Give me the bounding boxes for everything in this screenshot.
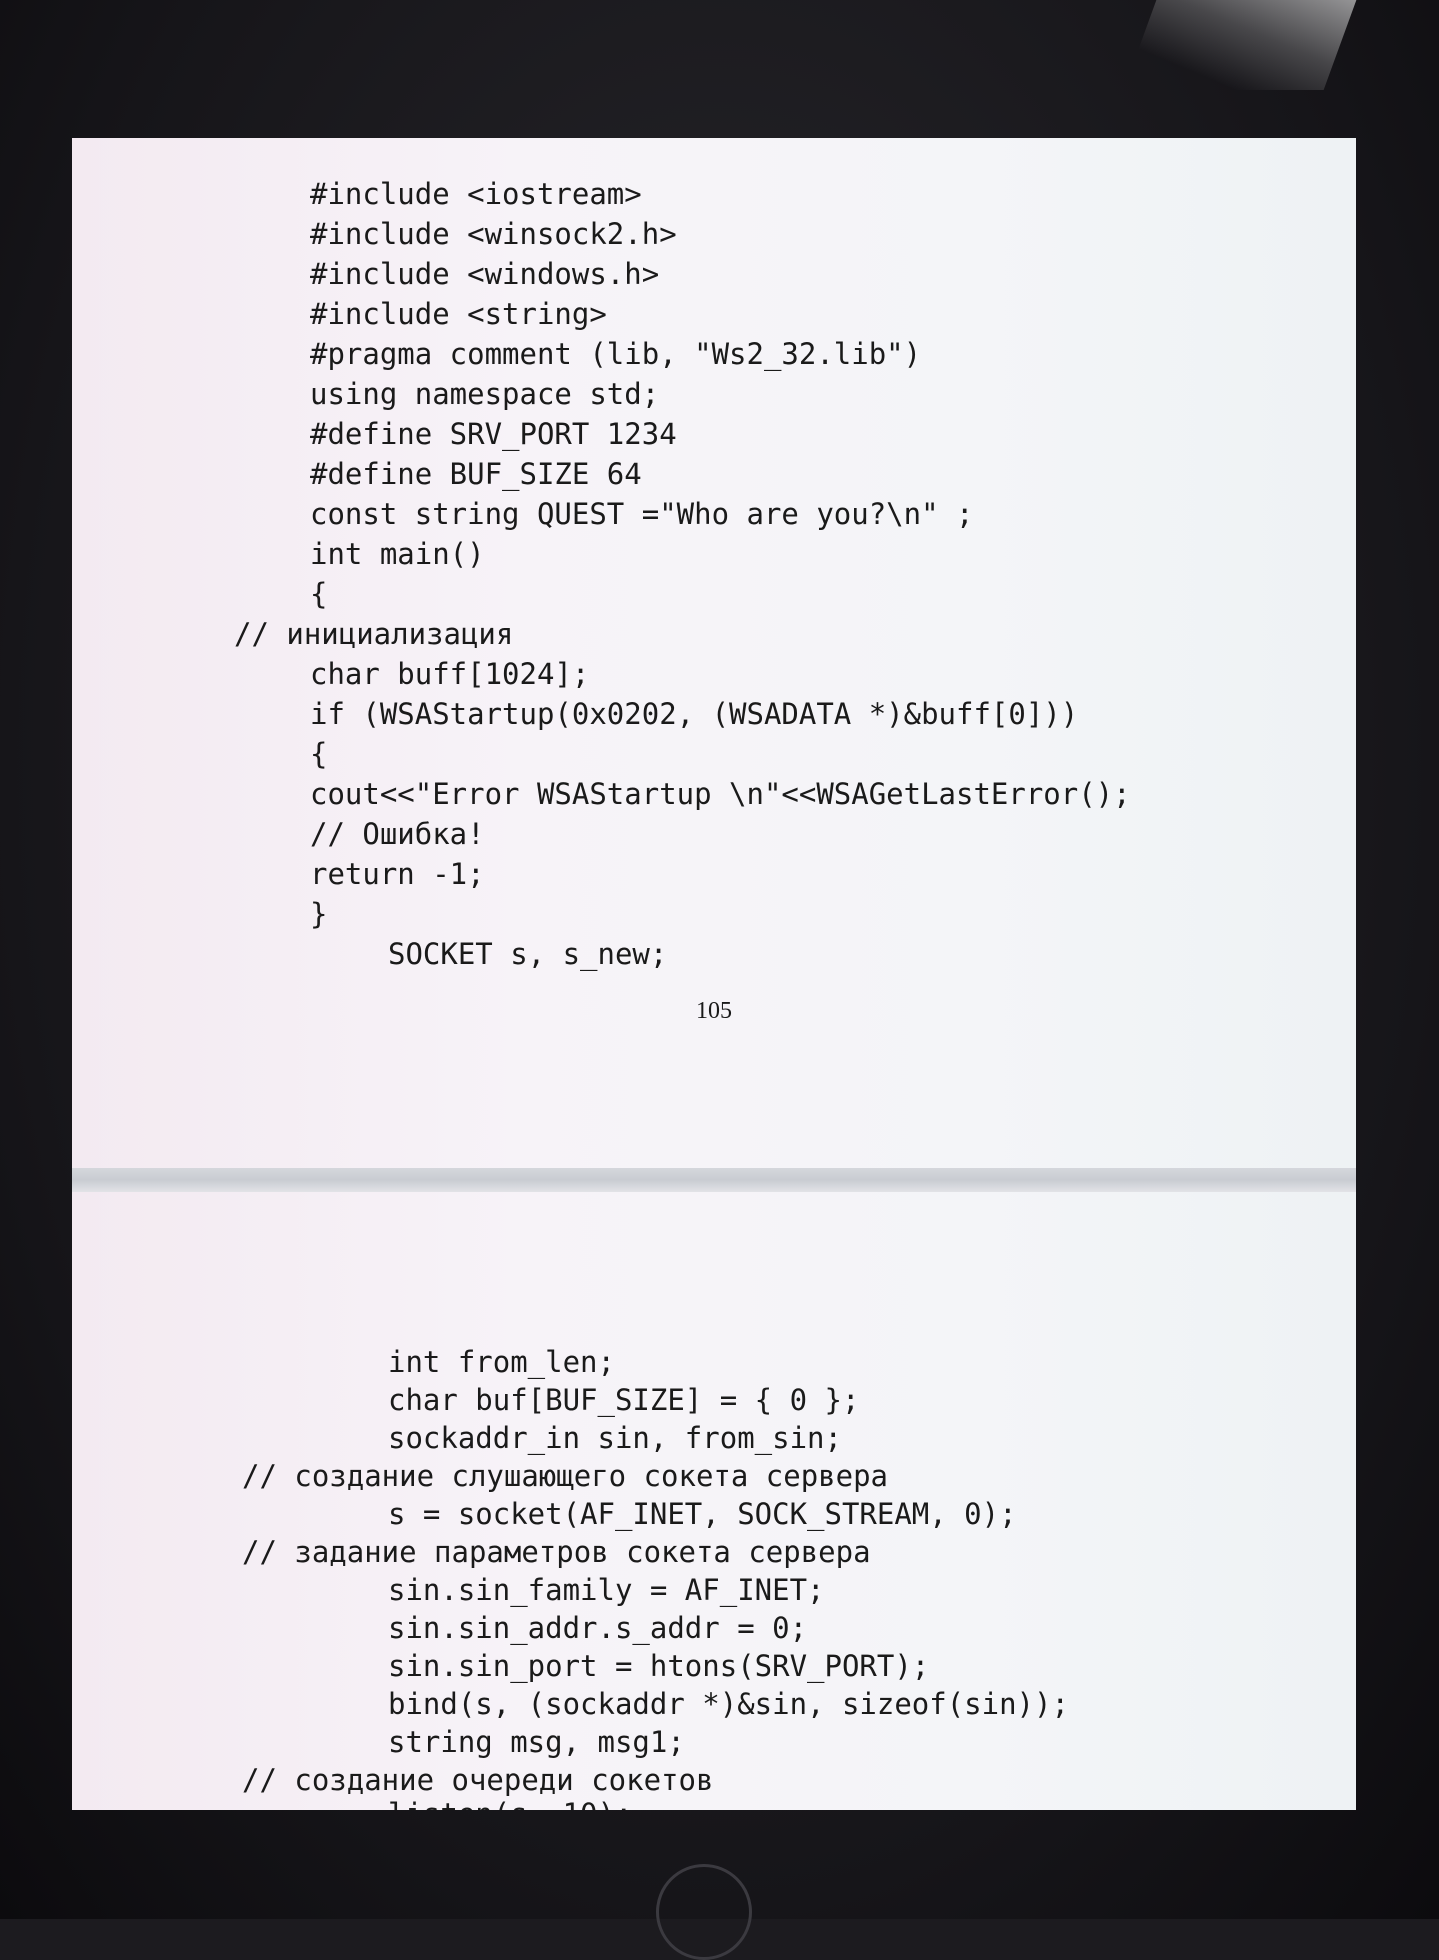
home-button[interactable] (656, 1864, 752, 1960)
reader-screen[interactable]: #include <iostream> #include <winsock2.h… (72, 138, 1356, 1810)
code-line: return -1; (310, 857, 485, 891)
code-line: bind(s, (sockaddr *)&sin, sizeof(sin)); (388, 1687, 1069, 1721)
code-line: sin.sin_port = htons(SRV_PORT); (388, 1649, 930, 1683)
code-line: SOCKET s, s_new; (388, 937, 668, 971)
page-number: 105 (696, 998, 732, 1024)
code-line: string msg, msg1; (388, 1725, 685, 1759)
code-comment: // Ошибка! (310, 817, 485, 851)
page-separator (72, 1168, 1356, 1192)
code-line: int from_len; (388, 1345, 615, 1379)
code-line: #include <iostream> (310, 177, 642, 211)
code-comment: // задание параметров сокета сервера (242, 1535, 871, 1569)
code-line: { (310, 577, 328, 611)
code-line: char buf[BUF_SIZE] = { 0 }; (388, 1383, 860, 1417)
code-line: using namespace std; (310, 377, 660, 411)
code-line: const string QUEST ="Who are you?\n" ; (310, 497, 974, 531)
code-line: char buff[1024]; (310, 657, 590, 691)
code-line: } (310, 897, 328, 931)
code-comment: // создание очереди сокетов (242, 1763, 714, 1797)
code-line: s = socket(AF_INET, SOCK_STREAM, 0); (388, 1497, 1017, 1531)
code-line: #define SRV_PORT 1234 (310, 417, 677, 451)
code-block: #include <iostream> #include <winsock2.h… (72, 138, 1356, 971)
code-line: sin.sin_family = AF_INET; (388, 1573, 825, 1607)
code-line: #define BUF_SIZE 64 (310, 457, 642, 491)
code-comment: // создание слушающего сокета сервера (242, 1459, 889, 1493)
code-line: #include <string> (310, 297, 607, 331)
code-line: sin.sin_addr.s_addr = 0; (388, 1611, 808, 1645)
document-page: #include <iostream> #include <winsock2.h… (72, 138, 1356, 1168)
code-line: listen(s, 10); (388, 1796, 632, 1810)
code-comment: // инициализация (234, 617, 514, 651)
code-block: int from_len; char buf[BUF_SIZE] = { 0 }… (72, 1192, 1356, 1810)
code-line: #include <windows.h> (310, 257, 660, 291)
document-page: int from_len; char buf[BUF_SIZE] = { 0 }… (72, 1192, 1356, 1810)
code-line: cout<<"Error WSAStartup \n"<<WSAGetLastE… (310, 777, 1131, 811)
code-line: if (WSAStartup(0x0202, (WSADATA *)&buff[… (310, 697, 1079, 731)
code-line: int main() (310, 537, 485, 571)
screen-glare (1123, 0, 1357, 90)
tablet-device: #include <iostream> #include <winsock2.h… (0, 0, 1439, 1960)
code-line: { (310, 737, 328, 771)
code-line: #include <winsock2.h> (310, 217, 677, 251)
code-line: #pragma comment (lib, "Ws2_32.lib") (310, 337, 922, 371)
code-line: sockaddr_in sin, from_sin; (388, 1421, 842, 1455)
